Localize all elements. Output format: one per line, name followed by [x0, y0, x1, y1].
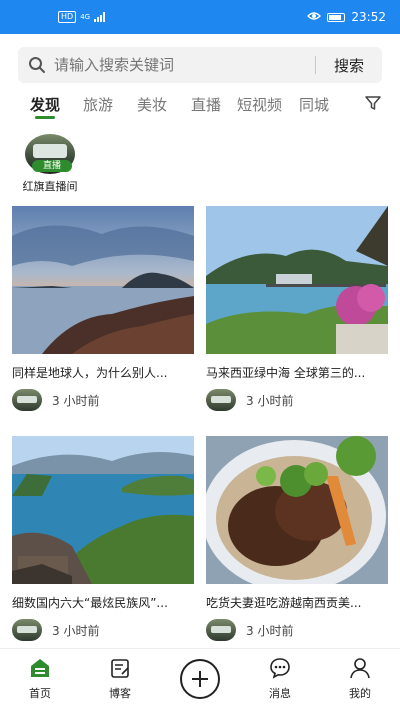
plus-icon — [192, 671, 208, 687]
nav-profile[interactable]: 我的 — [335, 657, 385, 701]
nav-messages-label: 消息 — [269, 687, 291, 700]
search-bar: 搜索 — [18, 47, 382, 83]
tab-short-video[interactable]: 短视频 — [237, 94, 282, 115]
post-time: 3 小时前 — [246, 393, 294, 408]
blog-icon — [111, 659, 129, 678]
tab-live[interactable]: 直播 — [191, 94, 221, 115]
live-room-label: 红旗直播间 — [22, 180, 78, 193]
post-meta: 3 小时前 — [12, 619, 194, 641]
post-card[interactable]: 吃货夫妻逛吃游越南西贡美... 3 小时前 — [206, 436, 388, 641]
post-title: 同样是地球人，为什么别人... — [12, 366, 168, 380]
post-image — [12, 436, 194, 584]
nav-blog[interactable]: 博客 — [95, 657, 145, 701]
signal-icon — [94, 12, 106, 22]
post-time: 3 小时前 — [52, 393, 100, 408]
eye-icon — [307, 10, 322, 24]
battery-icon — [327, 12, 346, 22]
post-card[interactable]: 马来西亚绿中海 全球第三的... 3 小时前 — [206, 206, 388, 411]
tab-travel[interactable]: 旅游 — [83, 94, 113, 115]
post-meta: 3 小时前 — [206, 389, 388, 411]
tab-local[interactable]: 同城 — [299, 94, 329, 115]
post-image — [12, 206, 194, 354]
nav-home-label: 首页 — [29, 687, 51, 700]
author-avatar — [12, 619, 42, 641]
tab-beauty[interactable]: 美妆 — [137, 94, 167, 115]
search-icon — [28, 56, 46, 74]
clock: 23:52 — [351, 10, 386, 24]
nav-profile-label: 我的 — [349, 687, 371, 700]
hd-badge: HD — [58, 11, 77, 23]
live-badge: 直播 — [32, 160, 72, 172]
post-image — [206, 436, 388, 584]
author-avatar — [206, 389, 236, 411]
nav-home[interactable]: 首页 — [15, 657, 65, 701]
tab-discover[interactable]: 发现 — [30, 94, 60, 115]
post-title: 马来西亚绿中海 全球第三的... — [206, 366, 366, 380]
category-tabs: 发现 旅游 美妆 直播 短视频 同城 — [0, 92, 400, 122]
nav-blog-label: 博客 — [109, 687, 131, 700]
add-button[interactable] — [180, 659, 220, 699]
user-icon — [350, 658, 370, 679]
post-card[interactable]: 同样是地球人，为什么别人... 3 小时前 — [12, 206, 194, 411]
active-tab-indicator — [35, 116, 55, 119]
home-icon — [31, 659, 49, 677]
post-meta: 3 小时前 — [12, 389, 194, 411]
post-meta: 3 小时前 — [206, 619, 388, 641]
search-button[interactable]: 搜索 — [316, 55, 382, 76]
nav-messages[interactable]: 消息 — [255, 657, 305, 701]
post-card[interactable]: 细数国内六大“最炫民族风”... 3 小时前 — [12, 436, 194, 641]
live-room-entry[interactable]: 直播 红旗直播间 — [18, 134, 88, 194]
message-icon — [270, 658, 290, 679]
post-time: 3 小时前 — [246, 623, 294, 638]
post-title: 吃货夫妻逛吃游越南西贡美... — [206, 596, 362, 610]
post-time: 3 小时前 — [52, 623, 100, 638]
network-type: 4G — [80, 13, 91, 21]
bottom-navigation: 首页 博客 消息 我的 — [0, 648, 400, 710]
search-input[interactable] — [54, 56, 315, 74]
filter-icon[interactable] — [364, 94, 384, 114]
post-image — [206, 206, 388, 354]
post-title: 细数国内六大“最炫民族风”... — [12, 596, 168, 610]
author-avatar — [206, 619, 236, 641]
signal-indicators: HD 4G — [58, 11, 106, 23]
status-bar: HD 4G 23:52 — [0, 0, 400, 34]
author-avatar — [12, 389, 42, 411]
